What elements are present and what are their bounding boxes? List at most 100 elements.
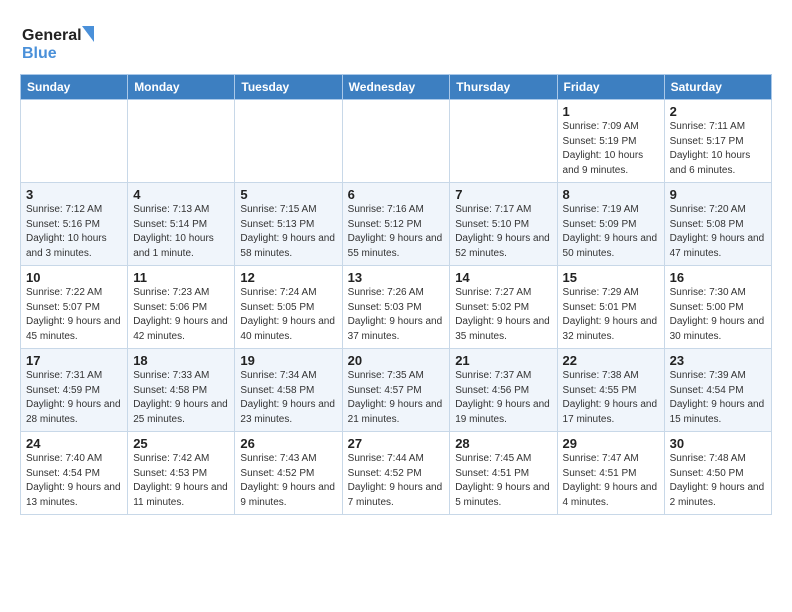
day-number: 26 (240, 436, 336, 451)
day-number: 1 (563, 104, 659, 119)
calendar-cell: 22Sunrise: 7:38 AM Sunset: 4:55 PM Dayli… (557, 349, 664, 432)
calendar-cell: 17Sunrise: 7:31 AM Sunset: 4:59 PM Dayli… (21, 349, 128, 432)
day-number: 23 (670, 353, 766, 368)
calendar-weekday-monday: Monday (128, 75, 235, 100)
day-number: 8 (563, 187, 659, 202)
day-number: 24 (26, 436, 122, 451)
day-info: Sunrise: 7:47 AM Sunset: 4:51 PM Dayligh… (563, 452, 659, 510)
day-number: 19 (240, 353, 336, 368)
logo: GeneralBlue (20, 22, 100, 64)
day-number: 15 (563, 270, 659, 285)
calendar-cell (128, 100, 235, 183)
day-info: Sunrise: 7:30 AM Sunset: 5:00 PM Dayligh… (670, 286, 766, 344)
day-info: Sunrise: 7:43 AM Sunset: 4:52 PM Dayligh… (240, 452, 336, 510)
day-info: Sunrise: 7:37 AM Sunset: 4:56 PM Dayligh… (455, 369, 551, 427)
calendar-week-row: 10Sunrise: 7:22 AM Sunset: 5:07 PM Dayli… (21, 266, 772, 349)
calendar-cell: 2Sunrise: 7:11 AM Sunset: 5:17 PM Daylig… (664, 100, 771, 183)
calendar-cell: 13Sunrise: 7:26 AM Sunset: 5:03 PM Dayli… (342, 266, 450, 349)
calendar-cell: 5Sunrise: 7:15 AM Sunset: 5:13 PM Daylig… (235, 183, 342, 266)
day-info: Sunrise: 7:13 AM Sunset: 5:14 PM Dayligh… (133, 203, 229, 261)
day-number: 12 (240, 270, 336, 285)
day-info: Sunrise: 7:38 AM Sunset: 4:55 PM Dayligh… (563, 369, 659, 427)
page: GeneralBlue SundayMondayTuesdayWednesday… (0, 0, 792, 529)
calendar-cell: 23Sunrise: 7:39 AM Sunset: 4:54 PM Dayli… (664, 349, 771, 432)
calendar-cell: 12Sunrise: 7:24 AM Sunset: 5:05 PM Dayli… (235, 266, 342, 349)
day-info: Sunrise: 7:20 AM Sunset: 5:08 PM Dayligh… (670, 203, 766, 261)
svg-text:Blue: Blue (22, 45, 57, 62)
day-number: 4 (133, 187, 229, 202)
calendar-cell: 25Sunrise: 7:42 AM Sunset: 4:53 PM Dayli… (128, 432, 235, 515)
calendar-weekday-wednesday: Wednesday (342, 75, 450, 100)
day-info: Sunrise: 7:42 AM Sunset: 4:53 PM Dayligh… (133, 452, 229, 510)
day-info: Sunrise: 7:22 AM Sunset: 5:07 PM Dayligh… (26, 286, 122, 344)
day-info: Sunrise: 7:26 AM Sunset: 5:03 PM Dayligh… (348, 286, 445, 344)
calendar-cell: 30Sunrise: 7:48 AM Sunset: 4:50 PM Dayli… (664, 432, 771, 515)
calendar-cell: 16Sunrise: 7:30 AM Sunset: 5:00 PM Dayli… (664, 266, 771, 349)
day-info: Sunrise: 7:24 AM Sunset: 5:05 PM Dayligh… (240, 286, 336, 344)
calendar-cell: 21Sunrise: 7:37 AM Sunset: 4:56 PM Dayli… (450, 349, 557, 432)
day-number: 9 (670, 187, 766, 202)
calendar-cell: 6Sunrise: 7:16 AM Sunset: 5:12 PM Daylig… (342, 183, 450, 266)
day-number: 3 (26, 187, 122, 202)
calendar-weekday-tuesday: Tuesday (235, 75, 342, 100)
calendar-cell (21, 100, 128, 183)
day-number: 20 (348, 353, 445, 368)
day-info: Sunrise: 7:19 AM Sunset: 5:09 PM Dayligh… (563, 203, 659, 261)
calendar-cell: 7Sunrise: 7:17 AM Sunset: 5:10 PM Daylig… (450, 183, 557, 266)
day-info: Sunrise: 7:23 AM Sunset: 5:06 PM Dayligh… (133, 286, 229, 344)
calendar-week-row: 3Sunrise: 7:12 AM Sunset: 5:16 PM Daylig… (21, 183, 772, 266)
day-number: 30 (670, 436, 766, 451)
day-info: Sunrise: 7:27 AM Sunset: 5:02 PM Dayligh… (455, 286, 551, 344)
svg-text:General: General (22, 27, 82, 44)
day-number: 18 (133, 353, 229, 368)
calendar-week-row: 1Sunrise: 7:09 AM Sunset: 5:19 PM Daylig… (21, 100, 772, 183)
calendar-cell: 24Sunrise: 7:40 AM Sunset: 4:54 PM Dayli… (21, 432, 128, 515)
calendar-weekday-thursday: Thursday (450, 75, 557, 100)
calendar-cell: 27Sunrise: 7:44 AM Sunset: 4:52 PM Dayli… (342, 432, 450, 515)
calendar-cell (235, 100, 342, 183)
day-info: Sunrise: 7:33 AM Sunset: 4:58 PM Dayligh… (133, 369, 229, 427)
calendar-cell: 26Sunrise: 7:43 AM Sunset: 4:52 PM Dayli… (235, 432, 342, 515)
day-number: 28 (455, 436, 551, 451)
day-info: Sunrise: 7:31 AM Sunset: 4:59 PM Dayligh… (26, 369, 122, 427)
day-number: 25 (133, 436, 229, 451)
day-number: 13 (348, 270, 445, 285)
calendar-cell (450, 100, 557, 183)
calendar-cell: 28Sunrise: 7:45 AM Sunset: 4:51 PM Dayli… (450, 432, 557, 515)
calendar-cell: 8Sunrise: 7:19 AM Sunset: 5:09 PM Daylig… (557, 183, 664, 266)
day-number: 21 (455, 353, 551, 368)
day-number: 29 (563, 436, 659, 451)
day-info: Sunrise: 7:44 AM Sunset: 4:52 PM Dayligh… (348, 452, 445, 510)
day-info: Sunrise: 7:17 AM Sunset: 5:10 PM Dayligh… (455, 203, 551, 261)
day-info: Sunrise: 7:35 AM Sunset: 4:57 PM Dayligh… (348, 369, 445, 427)
calendar-week-row: 17Sunrise: 7:31 AM Sunset: 4:59 PM Dayli… (21, 349, 772, 432)
calendar-cell: 19Sunrise: 7:34 AM Sunset: 4:58 PM Dayli… (235, 349, 342, 432)
calendar-cell: 9Sunrise: 7:20 AM Sunset: 5:08 PM Daylig… (664, 183, 771, 266)
day-number: 11 (133, 270, 229, 285)
day-number: 22 (563, 353, 659, 368)
day-info: Sunrise: 7:29 AM Sunset: 5:01 PM Dayligh… (563, 286, 659, 344)
day-number: 14 (455, 270, 551, 285)
day-info: Sunrise: 7:12 AM Sunset: 5:16 PM Dayligh… (26, 203, 122, 261)
calendar-cell: 1Sunrise: 7:09 AM Sunset: 5:19 PM Daylig… (557, 100, 664, 183)
calendar-cell: 11Sunrise: 7:23 AM Sunset: 5:06 PM Dayli… (128, 266, 235, 349)
day-number: 6 (348, 187, 445, 202)
day-info: Sunrise: 7:11 AM Sunset: 5:17 PM Dayligh… (670, 120, 766, 178)
calendar-cell: 3Sunrise: 7:12 AM Sunset: 5:16 PM Daylig… (21, 183, 128, 266)
day-number: 2 (670, 104, 766, 119)
day-info: Sunrise: 7:34 AM Sunset: 4:58 PM Dayligh… (240, 369, 336, 427)
day-info: Sunrise: 7:39 AM Sunset: 4:54 PM Dayligh… (670, 369, 766, 427)
calendar-weekday-saturday: Saturday (664, 75, 771, 100)
calendar-cell: 10Sunrise: 7:22 AM Sunset: 5:07 PM Dayli… (21, 266, 128, 349)
calendar-week-row: 24Sunrise: 7:40 AM Sunset: 4:54 PM Dayli… (21, 432, 772, 515)
day-info: Sunrise: 7:40 AM Sunset: 4:54 PM Dayligh… (26, 452, 122, 510)
calendar-cell: 29Sunrise: 7:47 AM Sunset: 4:51 PM Dayli… (557, 432, 664, 515)
day-info: Sunrise: 7:15 AM Sunset: 5:13 PM Dayligh… (240, 203, 336, 261)
calendar-weekday-sunday: Sunday (21, 75, 128, 100)
calendar-weekday-friday: Friday (557, 75, 664, 100)
day-number: 17 (26, 353, 122, 368)
day-info: Sunrise: 7:48 AM Sunset: 4:50 PM Dayligh… (670, 452, 766, 510)
calendar-cell: 15Sunrise: 7:29 AM Sunset: 5:01 PM Dayli… (557, 266, 664, 349)
day-number: 7 (455, 187, 551, 202)
day-number: 10 (26, 270, 122, 285)
